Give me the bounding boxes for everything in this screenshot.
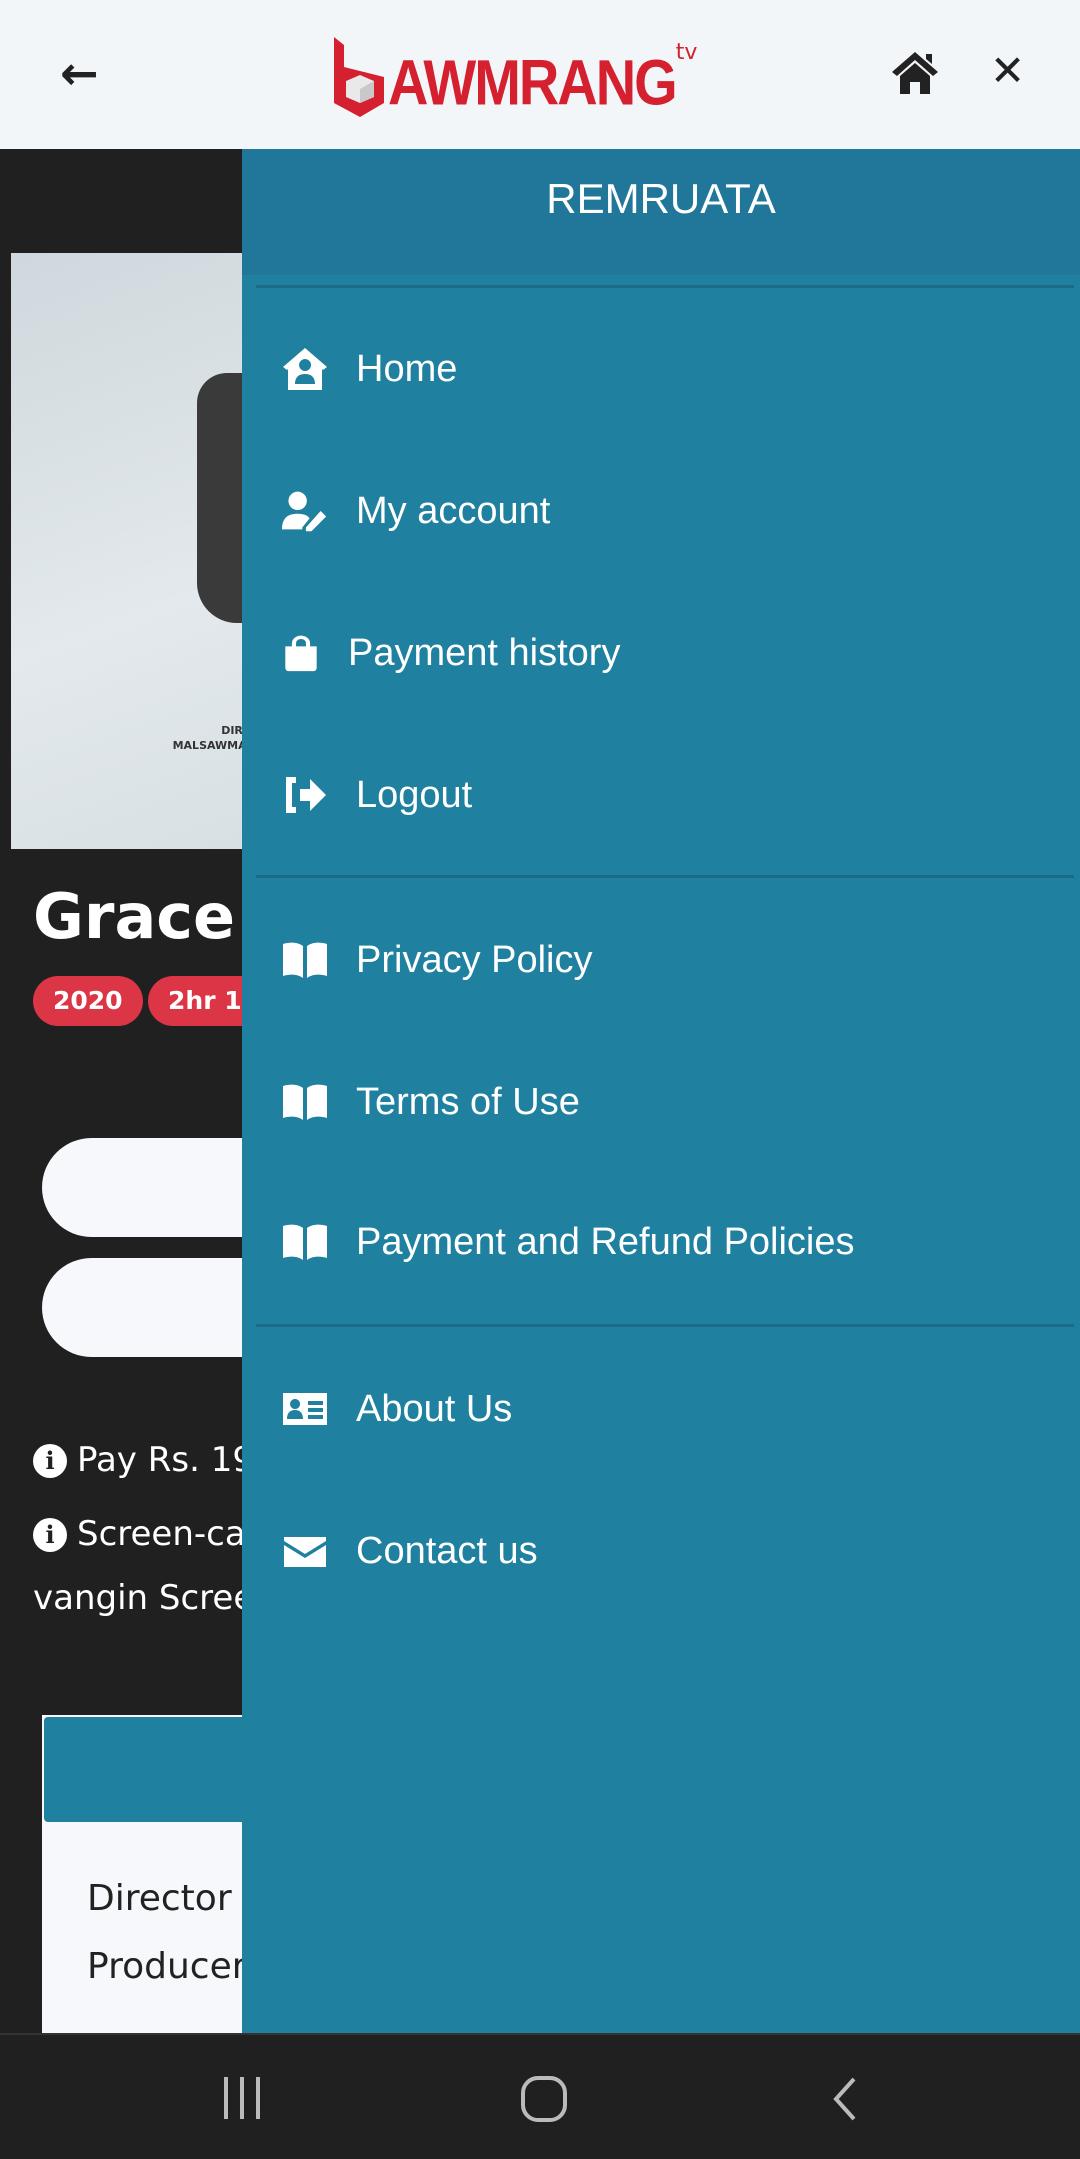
menu-item-payment-history[interactable]: Payment history [282,623,620,683]
info-icon: i [33,1518,67,1552]
recent-apps-icon[interactable] [220,2075,264,2121]
divider [256,1324,1074,1327]
menu-label: Payment history [348,631,621,674]
menu-item-logout[interactable]: Logout [282,765,472,825]
divider [256,875,1074,878]
menu-item-terms-of-use[interactable]: Terms of Use [282,1072,580,1132]
menu-label: Home [356,347,458,390]
menu-label: Logout [356,773,473,816]
menu-label: Payment and Refund Policies [356,1220,855,1263]
movie-poster[interactable]: DIRECTMALSAWMA PA [11,253,266,849]
back-chevron-icon[interactable] [830,2075,860,2123]
menu-label: Terms of Use [356,1080,580,1123]
drawer-username: REMRUATA [242,149,1080,275]
envelope-icon [284,1537,326,1567]
menu-item-about-us[interactable]: About Us [282,1379,512,1439]
shopping-bag-icon [285,635,317,672]
book-open-icon [283,1224,327,1260]
close-icon[interactable]: ✕ [990,46,1025,96]
menu-item-privacy-policy[interactable]: Privacy Policy [282,930,593,990]
menu-label: Privacy Policy [356,938,593,981]
book-open-icon [283,942,327,978]
divider [256,285,1074,288]
info-line-price: i Pay Rs. 19 [33,1440,254,1480]
home-icon[interactable] [890,50,940,95]
info-text: Pay Rs. 19 [77,1440,254,1480]
top-bar: ← AWMRANG tv ✕ [0,0,1080,149]
user-house-icon [283,348,327,390]
menu-label: My account [356,489,551,532]
info-line-screencast: i Screen-ca [33,1514,246,1554]
book-open-icon [283,1084,327,1120]
menu-label: About Us [356,1387,513,1430]
director-label: Director [87,1878,232,1919]
logo-text: AWMRANG [388,45,678,119]
menu-item-home[interactable]: Home [282,339,457,399]
id-card-icon [283,1393,327,1425]
menu-item-contact-us[interactable]: Contact us [282,1521,538,1581]
bawmrang-logo[interactable]: AWMRANG tv [330,32,697,117]
info-text: Screen-ca [77,1514,246,1554]
user-pen-icon [282,491,327,532]
producer-label: Producer [87,1946,247,1987]
logo-tv: tv [675,40,698,65]
menu-item-my-account[interactable]: My account [282,481,550,541]
year-badge: 2020 [33,976,143,1026]
system-nav-bar [0,2033,1080,2159]
back-arrow-icon[interactable]: ← [60,48,110,98]
menu-item-payment-refund[interactable]: Payment and Refund Policies [282,1212,855,1272]
home-circle-icon[interactable] [520,2075,568,2123]
side-drawer: REMRUATA Home My account Payment history… [242,149,1080,2033]
logo-b-icon [334,37,384,117]
info-icon: i [33,1444,67,1478]
movie-title: Grace [33,880,236,953]
info-line-continued: vangin Scree [33,1578,255,1618]
sign-out-icon [286,777,326,813]
menu-label: Contact us [356,1529,538,1572]
